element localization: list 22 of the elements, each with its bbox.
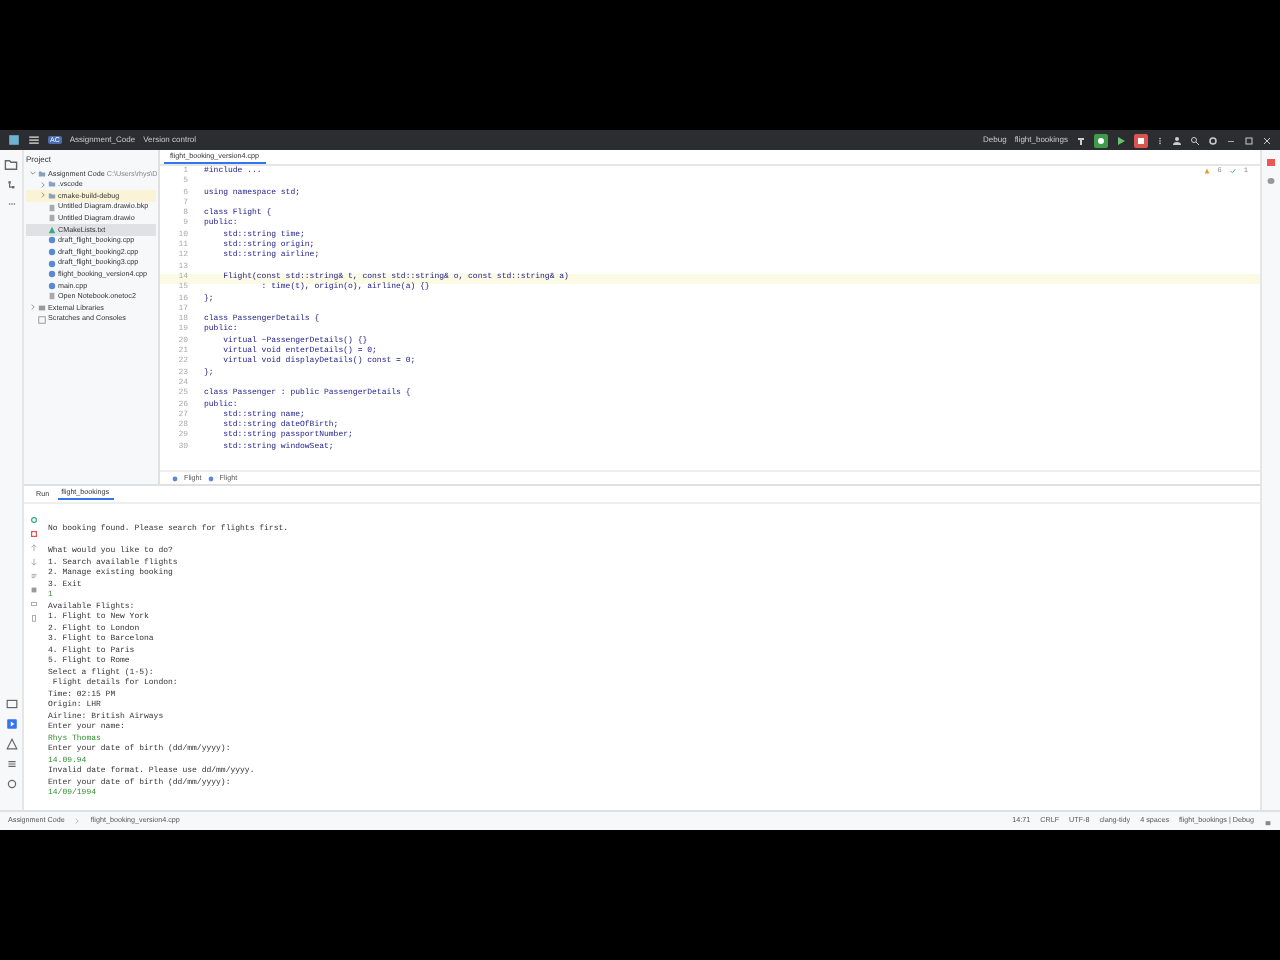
search-icon[interactable] xyxy=(1190,135,1200,145)
user-icon[interactable] xyxy=(1172,135,1182,145)
folder-icon[interactable] xyxy=(4,158,18,172)
run-tool-icon[interactable] xyxy=(5,718,17,730)
cmake-icon xyxy=(48,225,56,234)
list-icon[interactable] xyxy=(5,758,17,770)
stop-icon xyxy=(1136,135,1146,145)
stop-button[interactable] xyxy=(1134,133,1148,147)
warning-icon xyxy=(1203,168,1210,174)
stop-icon[interactable] xyxy=(30,530,38,538)
warning-icon[interactable] xyxy=(5,738,17,750)
app-icon[interactable] xyxy=(8,134,20,146)
class-icon xyxy=(172,475,178,481)
terminal-icon[interactable] xyxy=(5,698,17,710)
check-icon xyxy=(1229,168,1236,174)
structure-icon[interactable] xyxy=(5,180,17,192)
run-icon[interactable] xyxy=(1116,135,1126,145)
close-icon[interactable] xyxy=(1262,135,1272,145)
file-icon xyxy=(48,292,56,301)
class-icon xyxy=(207,475,214,481)
maximize-icon[interactable] xyxy=(1244,135,1254,145)
menu-icon[interactable] xyxy=(28,134,40,146)
